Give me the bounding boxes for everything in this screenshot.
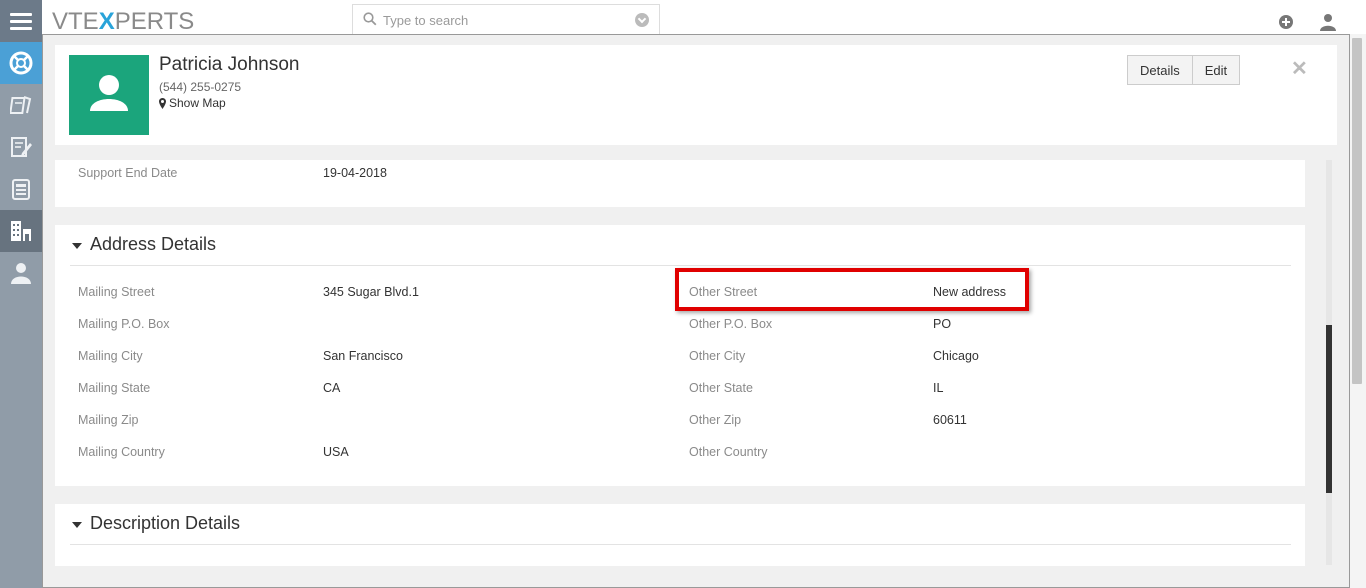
sidebar-item-documents[interactable]: [0, 168, 42, 210]
global-search: [352, 4, 660, 35]
view-mode-buttons: Details Edit: [1127, 55, 1241, 85]
section-divider: [70, 265, 1291, 266]
contact-avatar: [69, 55, 149, 135]
mailing-state-label: Mailing State: [78, 381, 151, 395]
edit-document-icon: [11, 137, 32, 157]
building-icon: [11, 221, 31, 241]
other-state-label: Other State: [689, 381, 753, 395]
sidebar-item-notes[interactable]: [0, 126, 42, 168]
documents-icon: [12, 179, 30, 200]
show-map-label: Show Map: [169, 96, 226, 110]
user-profile-icon[interactable]: [1320, 13, 1336, 31]
other-state-value: IL: [933, 381, 944, 395]
other-zip-value: 60611: [933, 413, 967, 427]
mailing-city-value: San Francisco: [323, 349, 403, 363]
hamburger-menu-icon[interactable]: [0, 0, 42, 42]
edit-button[interactable]: Edit: [1191, 56, 1240, 84]
detail-scrollbar-thumb[interactable]: [1326, 325, 1332, 493]
description-details-panel: [55, 504, 1305, 566]
mailing-country-label: Mailing Country: [78, 445, 165, 459]
search-icon: [363, 12, 377, 26]
other-city-label: Other City: [689, 349, 746, 363]
app-sidebar: [0, 42, 42, 588]
support-end-date-value: 19-04-2018: [323, 166, 387, 180]
quick-create-plus-icon[interactable]: [1279, 15, 1293, 29]
other-zip-label: Other Zip: [689, 413, 742, 427]
show-map-link[interactable]: Show Map: [159, 96, 226, 110]
close-icon[interactable]: ✕: [1291, 56, 1308, 81]
page-scrollbar-thumb[interactable]: [1352, 38, 1362, 384]
details-button[interactable]: Details: [1128, 56, 1192, 84]
sidebar-item-support[interactable]: [0, 42, 42, 84]
support-end-date-label: Support End Date: [78, 166, 178, 180]
mailing-street-label: Mailing Street: [78, 285, 155, 299]
collapse-caret-icon[interactable]: [72, 522, 82, 528]
other-street-highlight-box: [675, 268, 1029, 311]
search-options-chevron-icon[interactable]: [635, 13, 649, 27]
tickets-icon: [10, 96, 32, 114]
section-divider: [70, 544, 1291, 545]
page-scrollbar[interactable]: [1350, 34, 1366, 588]
lifebuoy-icon: [9, 51, 33, 75]
description-section-title[interactable]: Description Details: [90, 513, 240, 534]
sidebar-item-tickets[interactable]: [0, 84, 42, 126]
person-avatar-icon: [90, 75, 128, 111]
sidebar-item-contacts[interactable]: [0, 252, 42, 294]
mailing-po-box-label: Mailing P.O. Box: [78, 317, 170, 331]
contact-name: Patricia Johnson: [159, 54, 300, 75]
mailing-zip-label: Mailing Zip: [78, 413, 139, 427]
mailing-country-value: USA: [323, 445, 349, 459]
detail-scrollbar[interactable]: [1326, 160, 1332, 565]
other-po-box-value: PO: [933, 317, 952, 331]
mailing-city-label: Mailing City: [78, 349, 143, 363]
sidebar-item-organizations[interactable]: [0, 210, 42, 252]
map-marker-icon: [159, 97, 166, 109]
contact-phone[interactable]: (544) 255-0275: [159, 80, 241, 94]
mailing-street-value: 345 Sugar Blvd.1: [323, 285, 419, 299]
other-po-box-label: Other P.O. Box: [689, 317, 773, 331]
search-input[interactable]: [383, 10, 623, 30]
address-section-title[interactable]: Address Details: [90, 234, 216, 255]
support-details-panel: [55, 160, 1305, 207]
collapse-caret-icon[interactable]: [72, 243, 82, 249]
mailing-state-value: CA: [323, 381, 341, 395]
other-city-value: Chicago: [933, 349, 979, 363]
person-icon: [11, 263, 31, 284]
other-country-label: Other Country: [689, 445, 768, 459]
vtexperts-logo[interactable]: VTEXPERTS: [52, 8, 194, 36]
